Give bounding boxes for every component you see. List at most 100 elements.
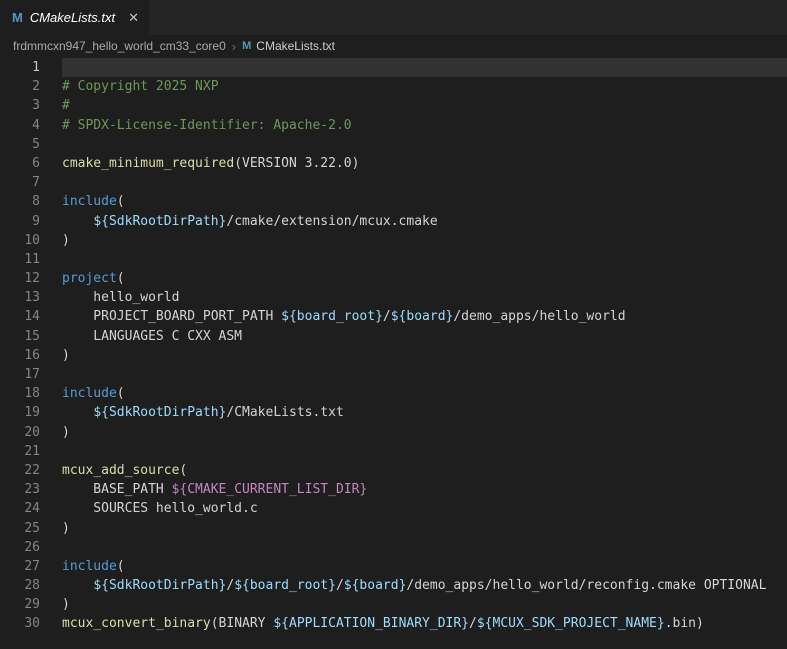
code-token: ${MCUX_SDK_PROJECT_NAME} [476,616,665,632]
code-line[interactable]: 9 ${SdkRootDirPath}/cmake/extension/mcux… [0,211,787,231]
line-number[interactable]: 6 [0,153,62,174]
code-token: ${CMAKE_CURRENT_LIST_DIR} [171,482,368,498]
code-token: mcux_convert_binary [62,616,211,632]
line-number[interactable]: 4 [0,115,62,135]
code-line[interactable]: 27 include( [0,556,787,577]
code-line[interactable]: 7 [0,173,787,193]
code-line[interactable]: 2 # Copyright 2025 NXP [0,77,787,97]
code-line[interactable]: 25) [0,518,787,538]
code-line[interactable]: 11 [0,249,787,270]
code-line-content [62,442,787,461]
tab-cmakelists[interactable]: M CMakeLists.txt ✕ [0,0,150,35]
line-number[interactable]: 16 [0,345,62,365]
code-token: ${SdkRootDirPath} [93,405,227,421]
code-token: ${SdkRootDirPath} [93,578,227,594]
line-number[interactable]: 23 [0,480,62,500]
line-number[interactable]: 25 [0,518,62,538]
line-number[interactable]: 22 [0,460,62,481]
line-number[interactable]: 3 [0,96,62,116]
line-number[interactable]: 5 [0,134,62,154]
line-number[interactable]: 20 [0,422,62,442]
line-number[interactable]: 21 [0,441,62,461]
code-line[interactable]: 18 include( [0,384,787,404]
code-line[interactable]: 13 hello_world [0,288,787,308]
code-token: ( [116,386,125,402]
code-line-content: hello_world [62,288,787,307]
line-number[interactable]: 13 [0,288,62,308]
code-token: ( [116,558,125,574]
code-line[interactable]: 12 project( [0,269,787,289]
code-line[interactable]: 16) [0,345,787,365]
code-line[interactable]: 19 ${SdkRootDirPath}/CMakeLists.txt [0,403,787,423]
code-line-content: include( [62,557,787,576]
line-number[interactable]: 18 [0,384,62,404]
code-line[interactable]: 20) [0,422,787,442]
code-token: include [62,386,117,402]
code-token: / [469,616,477,632]
code-line[interactable]: 6 cmake_minimum_required(VERSION 3.22.0) [0,153,787,174]
line-number[interactable]: 27 [0,556,62,577]
code-line-content [62,58,787,77]
line-number[interactable]: 29 [0,595,62,615]
code-line-content [62,173,787,192]
line-number[interactable]: 15 [0,326,62,346]
close-icon[interactable]: ✕ [128,11,139,24]
code-token: /cmake/extension/mcux.cmake [226,213,438,229]
line-number[interactable]: 11 [0,249,62,270]
code-token: /CMakeLists.txt [226,405,344,421]
code-token: ) [62,347,70,363]
code-line-content [62,538,787,557]
code-line-content: ${SdkRootDirPath}/cmake/extension/mcux.c… [62,212,787,231]
code-token: # SPDX-License-Identifier: Apache-2.0 [62,117,352,133]
line-number[interactable]: 9 [0,211,62,231]
breadcrumb-folder[interactable]: frdmmcxn947_hello_world_cm33_core0 [13,39,226,53]
line-number[interactable]: 28 [0,576,62,596]
code-line-content: # Copyright 2025 NXP [62,77,787,96]
code-token: /demo_apps/hello_world/reconfig.cmake OP… [406,578,767,594]
code-editor[interactable]: 1 2 # Copyright 2025 NXP 3 #4 # SPDX-License-… [0,57,787,649]
line-number[interactable]: 24 [0,499,62,519]
code-line[interactable]: 26 [0,537,787,557]
line-number[interactable]: 19 [0,403,62,423]
code-line[interactable]: 15 LANGUAGES C CXX ASM [0,326,787,346]
line-number[interactable]: 12 [0,269,62,289]
line-number[interactable]: 30 [0,614,62,634]
code-line[interactable]: 30 mcux_convert_binary(BINARY ${APPLICATI… [0,614,787,634]
code-line[interactable]: 3 # [0,96,787,116]
line-number[interactable]: 17 [0,365,62,385]
code-line-content: project( [62,269,787,288]
code-line[interactable]: 17 [0,365,787,385]
line-number[interactable]: 26 [0,537,62,557]
code-token: ${board} [390,309,454,325]
code-line[interactable]: 29) [0,595,787,615]
line-number[interactable]: 10 [0,230,62,250]
line-number[interactable]: 7 [0,173,62,193]
code-token: / [335,578,344,594]
code-line[interactable]: 21 [0,441,787,461]
code-line[interactable]: 23 BASE_PATH ${CMAKE_CURRENT_LIST_DIR} [0,480,787,500]
code-line[interactable]: 22 mcux_add_source( [0,460,787,481]
code-line[interactable]: 8 include( [0,192,787,212]
editor-lines: 1 2 # Copyright 2025 NXP 3 #4 # SPDX-License-… [0,57,787,634]
code-line[interactable]: 4 # SPDX-License-Identifier: Apache-2.0 [0,115,787,135]
line-number[interactable]: 1 [0,58,62,78]
code-token: cmake_minimum_required [62,155,235,171]
line-number[interactable]: 14 [0,307,62,327]
code-line-content: include( [62,192,787,211]
code-line[interactable]: 1 [0,58,787,78]
code-token: / [382,309,391,325]
code-line[interactable]: 28 ${SdkRootDirPath}/${board_root}/${boa… [0,576,787,596]
code-line[interactable]: 14 PROJECT_BOARD_PORT_PATH ${board_root}… [0,307,787,327]
tab-label: CMakeLists.txt [29,10,116,25]
code-line[interactable]: 5 [0,134,787,154]
code-line-content: # [62,96,787,115]
code-token: /demo_apps/hello_world [453,309,626,325]
code-token: hello_world [62,290,180,306]
code-line-content: # SPDX-License-Identifier: Apache-2.0 [62,116,787,135]
line-number[interactable]: 8 [0,192,62,212]
code-line[interactable]: 10) [0,230,787,250]
breadcrumb-file[interactable]: CMakeLists.txt [256,39,335,53]
code-line[interactable]: 24 SOURCES hello_world.c [0,499,787,519]
line-number[interactable]: 2 [0,77,62,97]
